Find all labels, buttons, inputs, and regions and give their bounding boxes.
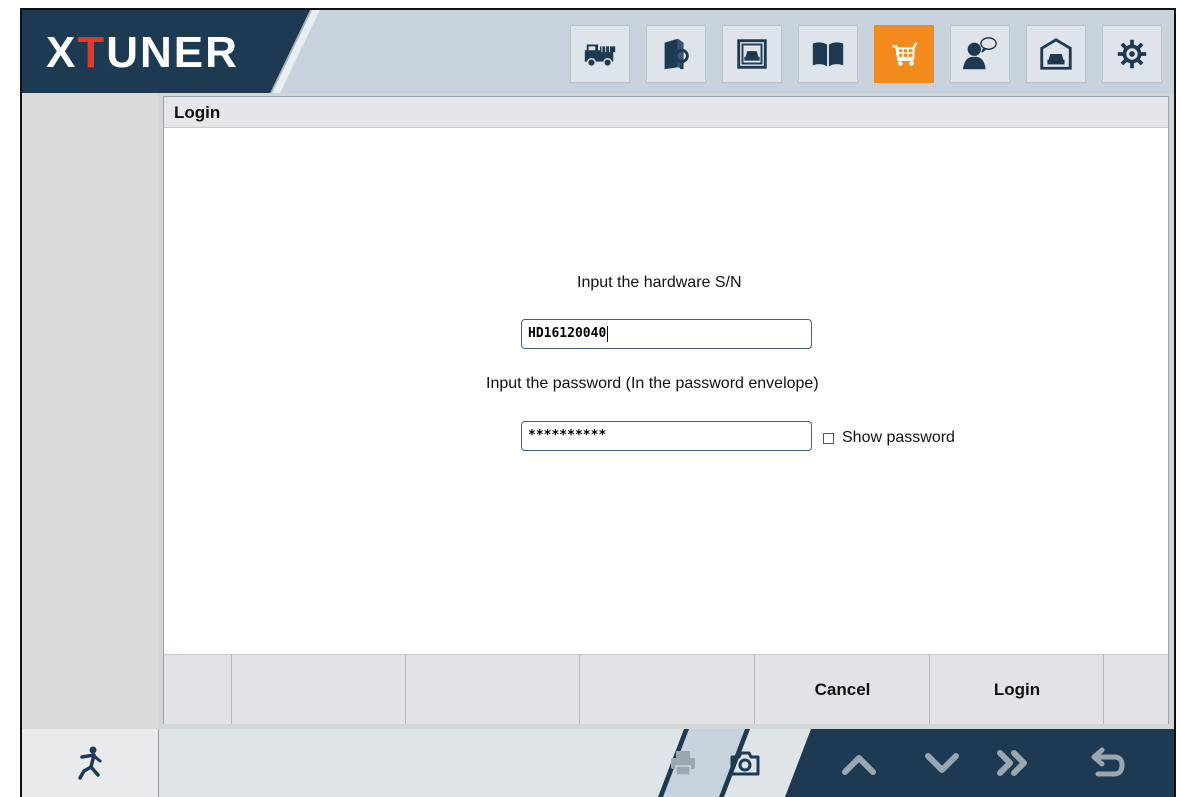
- exit-icon: [78, 746, 102, 780]
- show-password-label[interactable]: Show password: [842, 429, 955, 447]
- left-sidebar: [22, 93, 159, 729]
- scroll-up-button[interactable]: [837, 743, 881, 783]
- empty-button-slot: [1103, 655, 1168, 724]
- login-dialog: Login Input the hardware S/N HD16120040 …: [163, 96, 1169, 724]
- cancel-button[interactable]: Cancel: [754, 655, 930, 724]
- empty-button-slot: [405, 655, 580, 724]
- xtuner-logo: XTUNER: [46, 28, 239, 78]
- print-icon: [671, 751, 695, 776]
- top-toolbar: XTUNER: [22, 10, 1174, 93]
- text-cursor: [607, 325, 609, 342]
- password-label: Input the password (In the password enve…: [486, 375, 819, 392]
- settings-button[interactable]: [1102, 25, 1162, 83]
- sn-input-value: HD16120040: [528, 326, 607, 341]
- forward-button[interactable]: [992, 743, 1036, 783]
- support-button[interactable]: [950, 25, 1010, 83]
- window-border-right: [1174, 8, 1176, 797]
- screenshot-button[interactable]: [725, 743, 765, 783]
- back-button[interactable]: [1086, 743, 1130, 783]
- button-bar: Cancel Login: [164, 654, 1168, 724]
- panel-title: Login: [164, 97, 1168, 128]
- truck-button[interactable]: [570, 25, 630, 83]
- car-window-button[interactable]: [722, 25, 782, 83]
- logo-prefix: X: [46, 28, 78, 77]
- shopping-cart-icon: [892, 42, 918, 66]
- shop-button[interactable]: [874, 25, 934, 83]
- print-button[interactable]: [663, 743, 703, 783]
- content-panel: Login Input the hardware S/N HD16120040 …: [158, 93, 1174, 729]
- vehicle-lookup-button[interactable]: [646, 25, 706, 83]
- garage-button[interactable]: [1026, 25, 1086, 83]
- truck-icon: [584, 44, 616, 68]
- back-icon: [1091, 747, 1125, 777]
- camera-icon: [730, 751, 760, 776]
- login-button[interactable]: Login: [929, 655, 1104, 724]
- password-input[interactable]: **********: [521, 421, 812, 451]
- user-chat-icon: [962, 37, 997, 70]
- manual-button[interactable]: [798, 25, 858, 83]
- exit-button[interactable]: [22, 729, 159, 797]
- empty-button-slot: [579, 655, 755, 724]
- logo-highlight: T: [77, 28, 107, 77]
- show-password-checkbox[interactable]: [823, 433, 834, 444]
- car-window-icon: [737, 39, 767, 69]
- empty-button-slot: [231, 655, 406, 724]
- password-input-value: **********: [528, 428, 607, 443]
- scroll-down-button[interactable]: [920, 743, 964, 783]
- garage-car-icon: [1040, 38, 1072, 70]
- open-book-icon: [812, 42, 844, 67]
- bottom-bar: [22, 729, 1174, 797]
- up-arrow-icon: [842, 755, 876, 775]
- forward-icon: [997, 750, 1027, 776]
- book-search-icon: [664, 38, 689, 70]
- logo-suffix: UNER: [106, 28, 239, 77]
- sn-input[interactable]: HD16120040: [521, 319, 812, 349]
- gear-icon: [1117, 39, 1147, 69]
- sn-label: Input the hardware S/N: [577, 274, 742, 291]
- app-window: XTUNER Login Input the hardware S/N HD16…: [0, 0, 1180, 797]
- down-arrow-icon: [925, 753, 959, 773]
